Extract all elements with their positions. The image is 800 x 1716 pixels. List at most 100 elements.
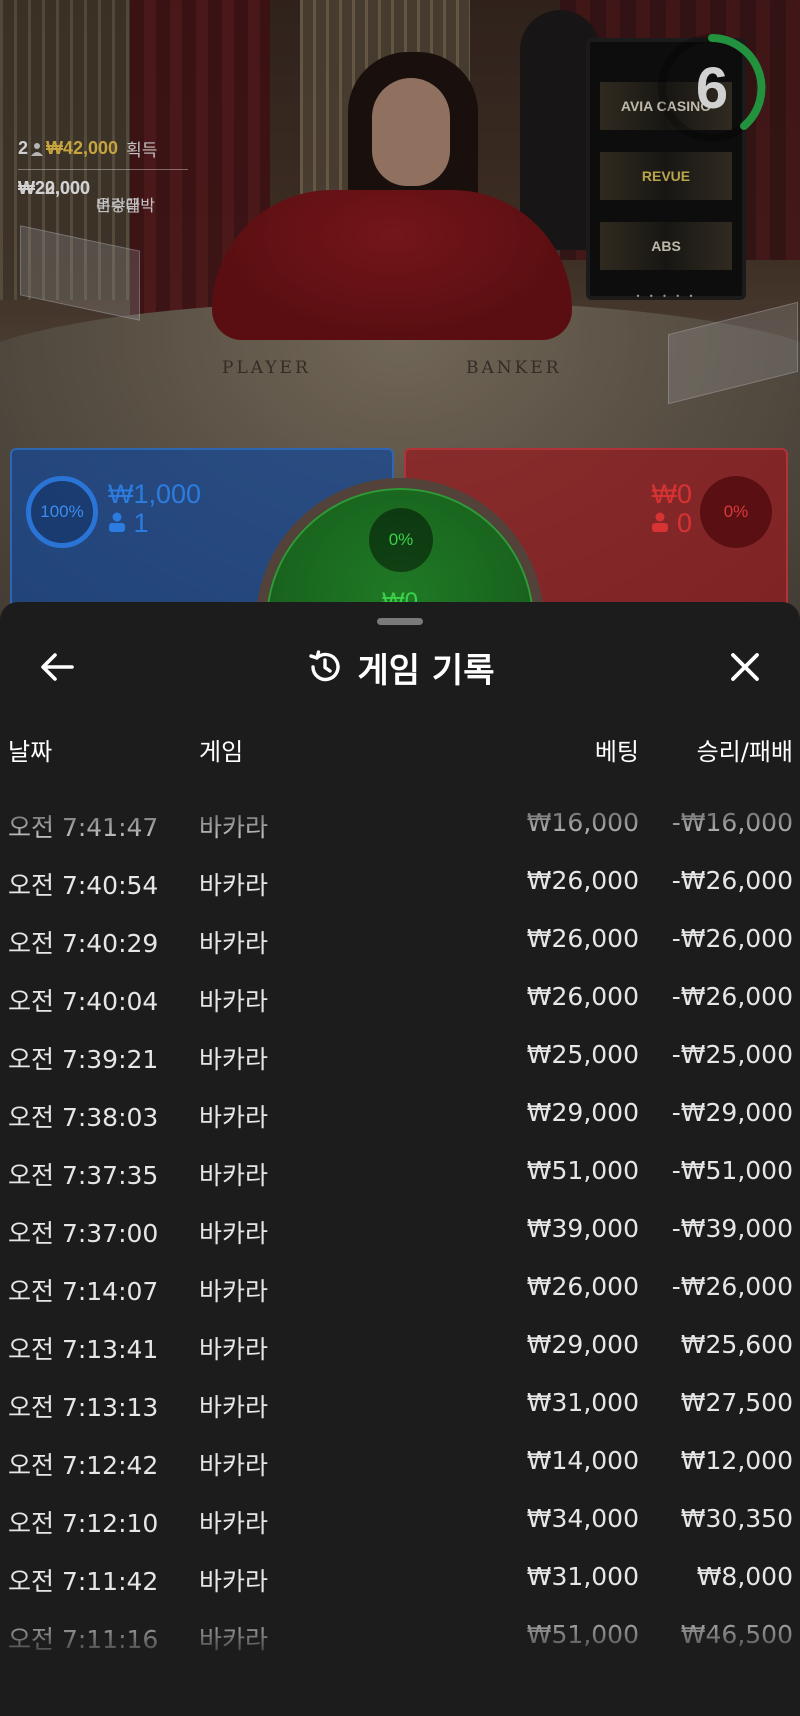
history-row: 오전 7:38:03 바카라 ₩29,000 -₩29,000 bbox=[0, 1084, 800, 1142]
history-game: 바카라 bbox=[199, 1625, 269, 1654]
history-row: 오전 7:13:13 바카라 ₩31,000 ₩27,500 bbox=[0, 1374, 800, 1432]
history-game: 바카라 bbox=[199, 1219, 269, 1248]
history-bet: ₩29,000 bbox=[526, 1098, 639, 1127]
history-row: 오전 7:42:13 바카라 ₩11,000 ₩9,000 bbox=[0, 770, 800, 794]
history-result: -₩16,000 bbox=[671, 808, 793, 837]
history-game: 바카라 bbox=[199, 1045, 269, 1074]
banker-percent: 0% bbox=[700, 476, 772, 548]
column-header-result: 승리/패배 bbox=[696, 738, 793, 766]
history-bet: ₩29,000 bbox=[526, 1330, 639, 1359]
column-header-bet: 베팅 bbox=[594, 738, 639, 766]
history-result: -₩26,000 bbox=[671, 924, 793, 953]
history-game: 바카라 bbox=[199, 1567, 269, 1596]
history-row: 오전 7:40:04 바카라 ₩26,000 -₩26,000 bbox=[0, 968, 800, 1026]
history-bet: ₩31,000 bbox=[526, 1388, 639, 1417]
history-bet: ₩26,000 bbox=[526, 866, 639, 895]
history-bet: ₩26,000 bbox=[526, 1272, 639, 1301]
history-result: ₩12,000 bbox=[680, 1446, 793, 1475]
history-date: 오전 7:37:00 bbox=[8, 1219, 159, 1248]
history-result: -₩51,000 bbox=[671, 1156, 793, 1185]
history-row: 오전 7:11:42 바카라 ₩31,000 ₩8,000 bbox=[0, 1548, 800, 1606]
history-game: 바카라 bbox=[199, 1277, 269, 1306]
sheet-title: 게임 기록 bbox=[357, 650, 495, 691]
history-game: 바카라 bbox=[199, 987, 269, 1016]
history-game: 바카라 bbox=[199, 770, 268, 786]
history-icon bbox=[308, 650, 340, 682]
history-game: 바카라 bbox=[199, 871, 269, 900]
history-game: 바카라 bbox=[199, 813, 269, 842]
history-date: 오전 7:13:13 bbox=[8, 1393, 159, 1422]
close-icon bbox=[731, 653, 759, 681]
history-row: 오전 7:11:16 바카라 ₩51,000 ₩46,500 bbox=[0, 1606, 800, 1664]
banker-stake: ₩0 0 bbox=[651, 479, 693, 538]
column-header-game: 게임 bbox=[199, 738, 244, 766]
history-date: 오전 7:12:42 bbox=[8, 1451, 159, 1480]
history-date: 오전 7:38:03 bbox=[8, 1103, 159, 1132]
player-count: 1 bbox=[133, 508, 149, 538]
history-result: ₩27,500 bbox=[680, 1388, 793, 1417]
history-date: 오전 7:42:13 bbox=[8, 770, 158, 786]
history-date: 오전 7:37:35 bbox=[8, 1161, 159, 1190]
history-game: 바카라 bbox=[199, 1393, 269, 1422]
history-date: 오전 7:11:42 bbox=[8, 1567, 159, 1596]
sheet-title-group: 게임 기록 bbox=[0, 642, 800, 692]
history-row: 오전 7:41:47 바카라 ₩16,000 -₩16,000 bbox=[0, 794, 800, 852]
history-row: 오전 7:37:35 바카라 ₩51,000 -₩51,000 bbox=[0, 1142, 800, 1200]
history-row: 오전 7:14:07 바카라 ₩26,000 -₩26,000 bbox=[0, 1258, 800, 1316]
history-bet: ₩39,000 bbox=[526, 1214, 639, 1243]
player-amount: ₩1,000 bbox=[108, 479, 202, 509]
history-row: 오전 7:12:10 바카라 ₩34,000 ₩30,350 bbox=[0, 1490, 800, 1548]
history-game: 바카라 bbox=[199, 1451, 269, 1480]
sheet-header: 게임 기록 bbox=[0, 642, 800, 692]
history-bet: ₩26,000 bbox=[526, 982, 639, 1011]
history-row: 오전 7:40:29 바카라 ₩26,000 -₩26,000 bbox=[0, 910, 800, 968]
banker-count-row: 0 bbox=[651, 509, 692, 538]
history-row: 오전 7:13:41 바카라 ₩29,000 ₩25,600 bbox=[0, 1316, 800, 1374]
history-bet: ₩25,000 bbox=[526, 1040, 639, 1069]
history-game: 바카라 bbox=[199, 1509, 269, 1538]
sheet-drag-handle[interactable] bbox=[377, 618, 423, 625]
close-button[interactable] bbox=[720, 642, 770, 692]
player-count-row: 1 bbox=[108, 509, 201, 538]
history-result: -₩39,000 bbox=[671, 1214, 793, 1243]
history-date: 오전 7:41:47 bbox=[8, 813, 159, 842]
history-bet: ₩14,000 bbox=[526, 1446, 639, 1475]
history-game: 바카라 bbox=[199, 929, 269, 958]
history-row: 오전 7:37:00 바카라 ₩39,000 -₩39,000 bbox=[0, 1200, 800, 1258]
history-result: -₩29,000 bbox=[671, 1098, 793, 1127]
history-date: 오전 7:12:10 bbox=[8, 1509, 159, 1538]
player-percent: 100% bbox=[26, 476, 98, 548]
column-header-date: 날짜 bbox=[8, 738, 53, 766]
history-result: ₩46,500 bbox=[680, 1620, 793, 1649]
history-result: ₩9,000 bbox=[697, 770, 793, 779]
history-result: ₩25,600 bbox=[680, 1330, 793, 1359]
banker-amount: ₩0 bbox=[651, 479, 693, 509]
history-date: 오전 7:39:21 bbox=[8, 1045, 159, 1074]
history-bet: ₩26,000 bbox=[526, 924, 639, 953]
history-bet: ₩11,000 bbox=[527, 770, 639, 779]
history-date: 오전 7:11:16 bbox=[8, 1625, 159, 1654]
person-icon bbox=[109, 512, 125, 532]
person-icon bbox=[652, 512, 669, 532]
history-game: 바카라 bbox=[199, 1161, 269, 1190]
history-bet: ₩51,000 bbox=[526, 1156, 639, 1185]
history-date: 오전 7:40:04 bbox=[8, 987, 159, 1016]
history-bet: ₩31,000 bbox=[526, 1562, 639, 1591]
history-result: -₩26,000 bbox=[671, 1272, 793, 1301]
history-row: 오전 7:39:21 바카라 ₩25,000 -₩25,000 bbox=[0, 1026, 800, 1084]
history-result: ₩8,000 bbox=[696, 1562, 793, 1591]
history-list[interactable]: 오전 7:42:13 바카라 ₩11,000 ₩9,000 오전 7:41:47 바카라 ₩… bbox=[0, 770, 800, 1690]
history-date: 오전 7:40:54 bbox=[8, 871, 159, 900]
live-video: PLAYER BANKER AVIA CASINO REVUE ABS • • … bbox=[0, 0, 800, 640]
history-game: 바카라 bbox=[199, 1103, 269, 1132]
history-date: 오전 7:40:29 bbox=[8, 929, 159, 958]
history-bet: ₩51,000 bbox=[526, 1620, 639, 1649]
history-result: -₩25,000 bbox=[671, 1040, 793, 1069]
history-result: -₩26,000 bbox=[671, 866, 793, 895]
history-result: -₩26,000 bbox=[671, 982, 793, 1011]
history-date: 오전 7:14:07 bbox=[8, 1277, 159, 1306]
game-history-sheet: 게임 기록 날짜 게임 베팅 승리/패배 오전 7:42:13 바카라 ₩11,00… bbox=[0, 602, 800, 1716]
history-row: 오전 7:40:54 바카라 ₩26,000 -₩26,000 bbox=[0, 852, 800, 910]
tie-percent: 0% bbox=[369, 508, 433, 572]
history-row: 오전 7:12:42 바카라 ₩14,000 ₩12,000 bbox=[0, 1432, 800, 1490]
